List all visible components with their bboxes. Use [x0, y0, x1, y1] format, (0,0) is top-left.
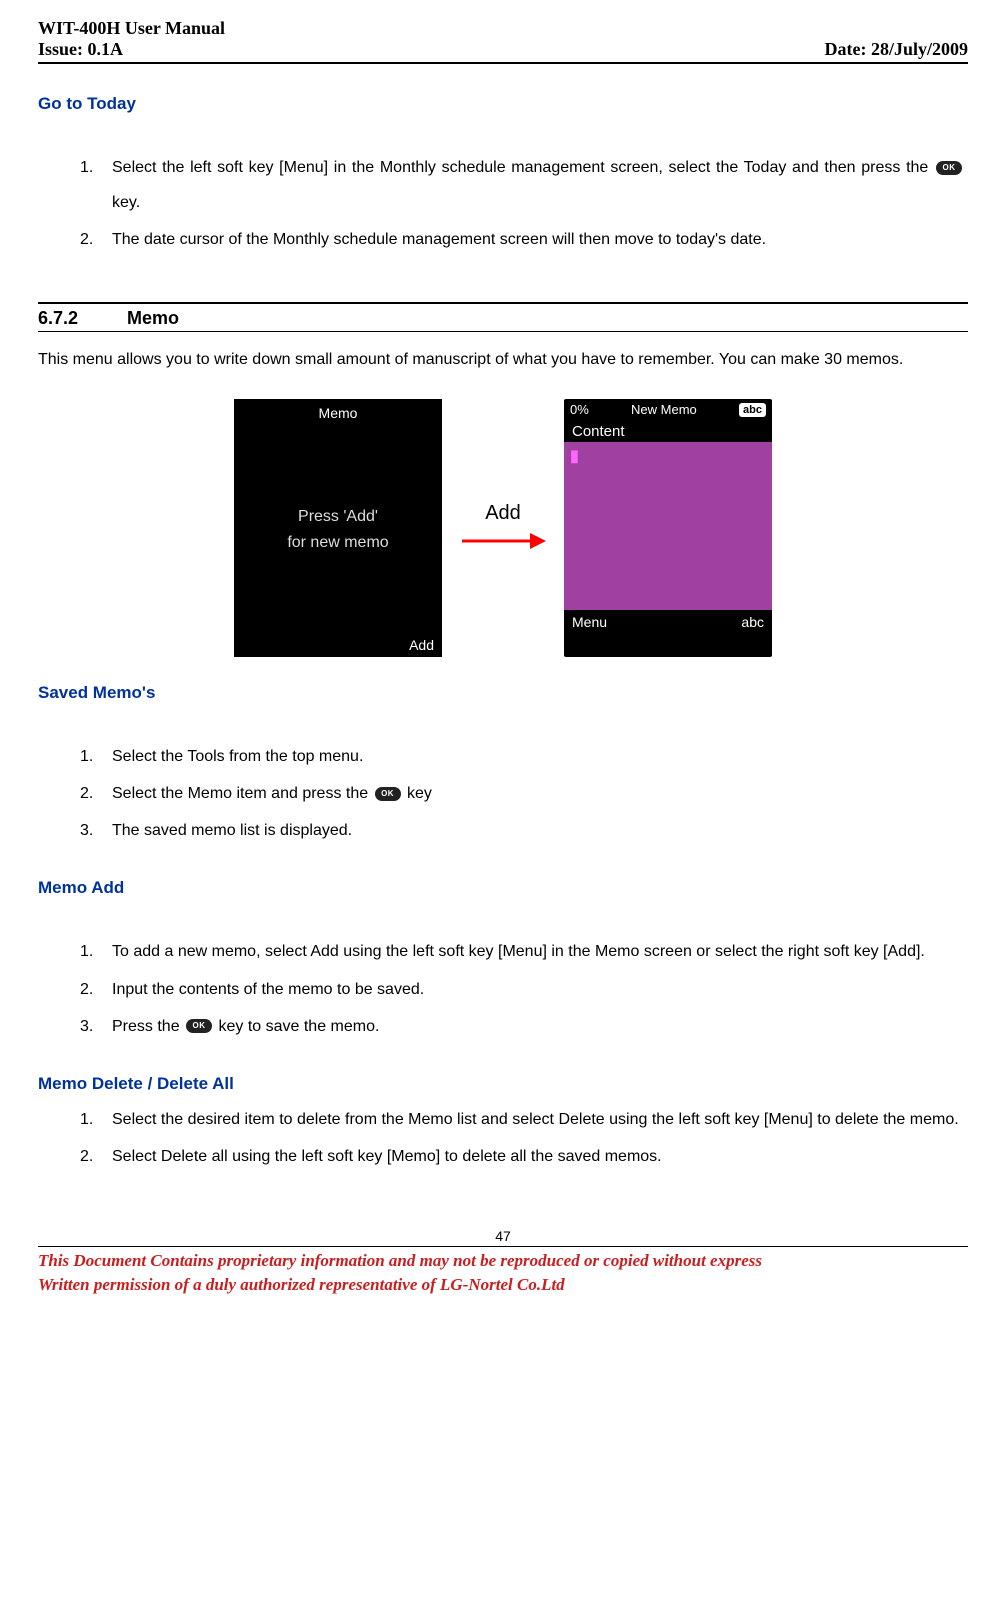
- list-item: 1. Select the Tools from the top menu.: [80, 739, 964, 774]
- list-number: 3.: [80, 1009, 112, 1044]
- list-number: 2.: [80, 972, 112, 1007]
- list-text: The saved memo list is displayed.: [112, 813, 964, 848]
- phone-softkeys: Menu abc: [564, 610, 772, 634]
- text-cursor-icon: ▮: [570, 446, 579, 466]
- phone-title: New Memo: [631, 402, 697, 417]
- phone-screen: Press 'Add' for new memo: [234, 427, 442, 633]
- text-fragment: Select the Memo item and press the: [112, 785, 373, 802]
- percent-label: 0%: [570, 402, 589, 417]
- text-line: for new memo: [287, 530, 388, 556]
- content-label: Content: [564, 421, 772, 442]
- ok-key-icon: [186, 1019, 212, 1033]
- softkey-left: Menu: [572, 614, 607, 630]
- section-number: 6.7.2: [38, 308, 122, 329]
- list-item: 2. Input the contents of the memo to be …: [80, 972, 964, 1007]
- header-rule: [38, 62, 968, 64]
- phone-memo-list: Memo Press 'Add' for new memo Add: [234, 399, 442, 657]
- arrow: Add: [460, 502, 546, 553]
- subhead-memo-delete: Memo Delete / Delete All: [38, 1074, 968, 1094]
- memo-add-list: 1. To add a new memo, select Add using t…: [80, 934, 964, 1044]
- doc-date: Date: 28/July/2009: [825, 39, 969, 60]
- list-number: 2.: [80, 1139, 112, 1174]
- section-intro: This menu allows you to write down small…: [38, 342, 968, 377]
- list-text: Select the Memo item and press the key: [112, 776, 964, 811]
- list-text: Press the key to save the memo.: [112, 1009, 964, 1044]
- text-fragment: Press the: [112, 1018, 184, 1035]
- phone-new-memo: 0% New Memo abc Content ▮ Menu abc: [564, 399, 772, 657]
- arrow-label: Add: [460, 502, 546, 525]
- footer-notice: This Document Contains proprietary infor…: [38, 1249, 968, 1297]
- softkey-right: abc: [741, 614, 764, 630]
- list-item: 1. Select the desired item to delete fro…: [80, 1102, 964, 1137]
- list-number: 1.: [80, 739, 112, 774]
- list-text: Select the Tools from the top menu.: [112, 739, 964, 774]
- doc-title: WIT-400H User Manual: [38, 18, 225, 39]
- saved-list: 1. Select the Tools from the top menu. 2…: [80, 739, 964, 849]
- footer-rule: [38, 1246, 968, 1247]
- list-number: 3.: [80, 813, 112, 848]
- go-today-list: 1. Select the left soft key [Menu] in th…: [80, 150, 964, 258]
- list-number: 2.: [80, 776, 112, 811]
- section-heading: 6.7.2 Memo: [38, 302, 968, 332]
- subhead-go-to-today: Go to Today: [38, 94, 968, 114]
- list-item: 1. Select the left soft key [Menu] in th…: [80, 150, 964, 220]
- text-fragment: key.: [112, 194, 140, 211]
- list-item: 2. Select Delete all using the left soft…: [80, 1139, 964, 1174]
- list-text: Input the contents of the memo to be sav…: [112, 972, 964, 1007]
- list-text: To add a new memo, select Add using the …: [112, 934, 964, 969]
- footer-line: This Document Contains proprietary infor…: [38, 1249, 968, 1273]
- page: WIT-400H User Manual Issue: 0.1A Date: 2…: [0, 0, 1006, 1601]
- list-number: 1.: [80, 1102, 112, 1137]
- section-title: Memo: [127, 308, 179, 328]
- arrow-right-icon: [460, 529, 546, 553]
- memo-figure: Memo Press 'Add' for new memo Add Add 0%: [38, 399, 968, 657]
- doc-header-left: WIT-400H User Manual Issue: 0.1A: [38, 18, 225, 60]
- text-fragment: key to save the memo.: [218, 1018, 379, 1035]
- list-number: 1.: [80, 934, 112, 969]
- list-text: The date cursor of the Monthly schedule …: [112, 222, 964, 257]
- memo-delete-list: 1. Select the desired item to delete fro…: [80, 1102, 964, 1174]
- list-item: 3. The saved memo list is displayed.: [80, 813, 964, 848]
- page-number: 47: [38, 1228, 968, 1244]
- subhead-memo-add: Memo Add: [38, 878, 968, 898]
- memo-hint: Press 'Add' for new memo: [287, 504, 388, 555]
- subhead-saved-memos: Saved Memo's: [38, 683, 968, 703]
- list-text: Select Delete all using the left soft ke…: [112, 1139, 964, 1174]
- text-fragment: key: [407, 785, 432, 802]
- softkey-right: Add: [409, 637, 434, 653]
- list-number: 2.: [80, 222, 112, 257]
- footer-line: Written permission of a duly authorized …: [38, 1273, 968, 1297]
- list-item: 2. Select the Memo item and press the ke…: [80, 776, 964, 811]
- doc-issue: Issue: 0.1A: [38, 39, 225, 60]
- doc-header: WIT-400H User Manual Issue: 0.1A Date: 2…: [38, 18, 968, 62]
- list-text: Select the desired item to delete from t…: [112, 1102, 964, 1137]
- ok-key-icon: [936, 161, 962, 175]
- list-number: 1.: [80, 150, 112, 185]
- ok-key-icon: [375, 787, 401, 801]
- text-fragment: Select the left soft key [Menu] in the M…: [112, 159, 934, 176]
- memo-textarea: ▮: [564, 442, 772, 610]
- text-line: Press 'Add': [287, 504, 388, 530]
- list-item: 2. The date cursor of the Monthly schedu…: [80, 222, 964, 257]
- phone-topbar: 0% New Memo abc: [564, 399, 772, 421]
- phone-softkeys: Add: [234, 633, 442, 657]
- list-text: Select the left soft key [Menu] in the M…: [112, 150, 964, 220]
- phone-title: Memo: [234, 399, 442, 427]
- list-item: 3. Press the key to save the memo.: [80, 1009, 964, 1044]
- input-mode-badge: abc: [739, 403, 766, 417]
- list-item: 1. To add a new memo, select Add using t…: [80, 934, 964, 969]
